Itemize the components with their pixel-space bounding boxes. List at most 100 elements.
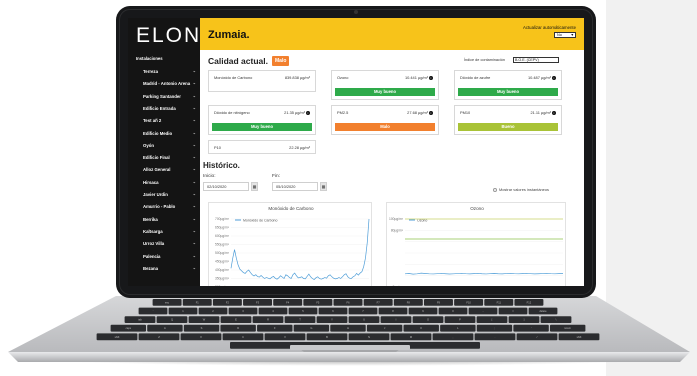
- auto-update-value: No: [557, 33, 562, 37]
- pollutant-name: P10: [214, 145, 221, 150]
- sidebar-item[interactable]: Terreza ⌄: [128, 67, 200, 78]
- chart-co: Monóxido de Carbono Monóxido de Carbono 70…: [208, 202, 372, 286]
- sidebar-item[interactable]: Madrid - Antonio Arena ⌄: [128, 79, 200, 90]
- sidebar-item-label: Palencia: [143, 253, 161, 259]
- key-label: C: [242, 335, 244, 339]
- sidebar-item-label: Edificio Medio: [143, 130, 173, 136]
- key-label: A: [164, 326, 166, 330]
- chevron-down-icon: ⌄: [192, 166, 196, 172]
- chevron-down-icon: ⌄: [192, 80, 196, 86]
- info-icon[interactable]: i: [306, 110, 310, 115]
- chevron-down-icon: ⌄: [192, 154, 196, 160]
- chevron-down-icon: ▼: [570, 33, 574, 37]
- sidebar-item[interactable]: Javier Urdin ⌄: [128, 190, 200, 201]
- sidebar-item[interactable]: Test añ 2 ⌄: [128, 116, 200, 127]
- trackpad: [290, 345, 410, 350]
- sidebar-item[interactable]: Hirsaca ⌄: [128, 178, 200, 189]
- chevron-down-icon: ⌄: [192, 141, 196, 147]
- chevron-down-icon: ⌄: [192, 104, 196, 110]
- sidebar-item[interactable]: Palencia ⌄: [128, 252, 200, 263]
- pollutant-name: PM10: [460, 110, 471, 115]
- sidebar-item[interactable]: Oyón ⌄: [128, 141, 200, 152]
- key-label: Q: [171, 318, 173, 322]
- screen: ELON Instalaciones Terreza ⌄ Madrid - Anto…: [128, 18, 584, 286]
- sidebar-item[interactable]: Edificio Final ⌄: [128, 153, 200, 164]
- key-label: esc: [165, 301, 170, 304]
- pollutant-value-wrap: 22.28 µg/m³: [289, 145, 310, 150]
- app-logo[interactable]: ELON: [136, 24, 201, 48]
- end-date-label: Fin:: [272, 174, 280, 179]
- info-icon[interactable]: i: [429, 110, 433, 115]
- key-label: O: [427, 318, 429, 322]
- key-label: delete: [539, 309, 547, 313]
- chart-title: Monóxido de Carbono: [268, 206, 314, 211]
- info-icon[interactable]: i: [552, 110, 556, 115]
- sidebar-item[interactable]: Berrika ⌄: [128, 215, 200, 226]
- key-label: R: [267, 318, 269, 322]
- pollutant-name: PM2.5: [337, 110, 349, 115]
- sidebar-item-label: Oyón: [143, 142, 154, 148]
- y-tick-label: 550µg/m³: [215, 243, 230, 247]
- key-label: `: [153, 309, 154, 313]
- index-select[interactable]: B.O.E. (CEPV): [513, 57, 559, 63]
- sidebar-item-label: Alloz General: [143, 167, 171, 173]
- key-label: F12: [527, 300, 532, 304]
- sidebar-item-label: Parking Santander: [143, 93, 181, 99]
- pollutant-name: Ozono: [337, 75, 349, 80]
- pollutant-status: Muy bueno: [458, 88, 558, 96]
- sidebar-item[interactable]: Edificio Medio ⌄: [128, 129, 200, 140]
- sidebar-heading: Instalaciones: [136, 56, 163, 61]
- calendar-icon[interactable]: ▦: [251, 182, 258, 191]
- history-title: Histórico.: [203, 161, 240, 170]
- pollutant-card: PM2.5 27.68 µg/m³ i Malo: [331, 105, 439, 135]
- sidebar-item[interactable]: Urroz Villa ⌄: [128, 239, 200, 250]
- checkbox-icon: [493, 187, 497, 192]
- chevron-down-icon: ⌄: [192, 68, 196, 73]
- y-tick-label: 700µg/m³: [215, 217, 230, 221]
- pollutant-card: Monóxido de Carbono 839.838 µg/m³: [208, 70, 316, 92]
- sidebar-item[interactable]: Kaltsarga ⌄: [128, 227, 200, 238]
- quality-status-badge: Malo: [272, 56, 290, 66]
- sidebar-item[interactable]: Parking Santander ⌄: [128, 92, 200, 103]
- info-icon[interactable]: i: [429, 75, 433, 80]
- chevron-down-icon: ⌄: [192, 129, 196, 135]
- end-date-input[interactable]: 05/10/2020: [272, 182, 318, 191]
- pollutant-status: Muy bueno: [212, 123, 312, 131]
- pollutant-status: Bueno: [458, 123, 558, 131]
- key-label: Y: [331, 318, 333, 322]
- key-label: tab: [138, 318, 142, 322]
- sidebar-item[interactable]: Amurrio - Pablo ⌄: [128, 202, 200, 213]
- key-label: caps: [126, 327, 132, 330]
- key-label: return: [564, 326, 571, 330]
- pollutant-card: Dióxido de nitrógeno 21.35 µg/m³ i Muy buen…: [208, 105, 316, 135]
- pollutant-value-wrap: 27.68 µg/m³ i: [407, 110, 433, 115]
- key-label: G: [310, 326, 312, 330]
- sidebar-item[interactable]: Edificio Entrada ⌄: [128, 104, 200, 115]
- sidebar-item-label: Hirsaca: [143, 179, 159, 185]
- pollutant-value: 839.838 µg/m³: [284, 75, 310, 80]
- y-tick-label: 500µg/m³: [215, 251, 230, 255]
- key-label: F11: [497, 300, 502, 304]
- show-instant-toggle[interactable]: Mostrar valores instantáneos: [493, 187, 549, 192]
- calendar-icon[interactable]: ▦: [320, 182, 327, 191]
- pollutant-value: 27.68 µg/m³: [407, 110, 428, 115]
- key-label: N: [368, 335, 370, 339]
- key-label: H: [347, 326, 349, 330]
- header: Zumaia. Actualizar automáticamente No ▼: [200, 18, 584, 50]
- key-label: B: [326, 335, 328, 339]
- y-tick-label: 350µg/m³: [215, 277, 230, 281]
- sidebar-item[interactable]: Alloz General ⌄: [128, 165, 200, 176]
- chevron-down-icon: ⌄: [192, 178, 196, 184]
- key-label: -: [483, 310, 484, 313]
- pollutant-value: 22.28 µg/m³: [289, 145, 310, 150]
- show-instant-label: Mostrar valores instantáneos: [499, 187, 549, 192]
- start-date-input[interactable]: 02/10/2020: [203, 182, 249, 191]
- auto-update-select[interactable]: No ▼: [554, 32, 576, 38]
- key-label: S: [201, 326, 203, 330]
- chevron-down-icon: ⌄: [192, 252, 196, 258]
- chevron-down-icon: ⌄: [192, 203, 196, 209]
- sidebar-item[interactable]: Bezana ⌄: [128, 264, 200, 275]
- pollutant-value-wrap: 10.441 µg/m³ i: [405, 75, 433, 80]
- info-icon[interactable]: i: [552, 75, 556, 80]
- pollutant-value: 21.11 µg/m³: [530, 110, 551, 115]
